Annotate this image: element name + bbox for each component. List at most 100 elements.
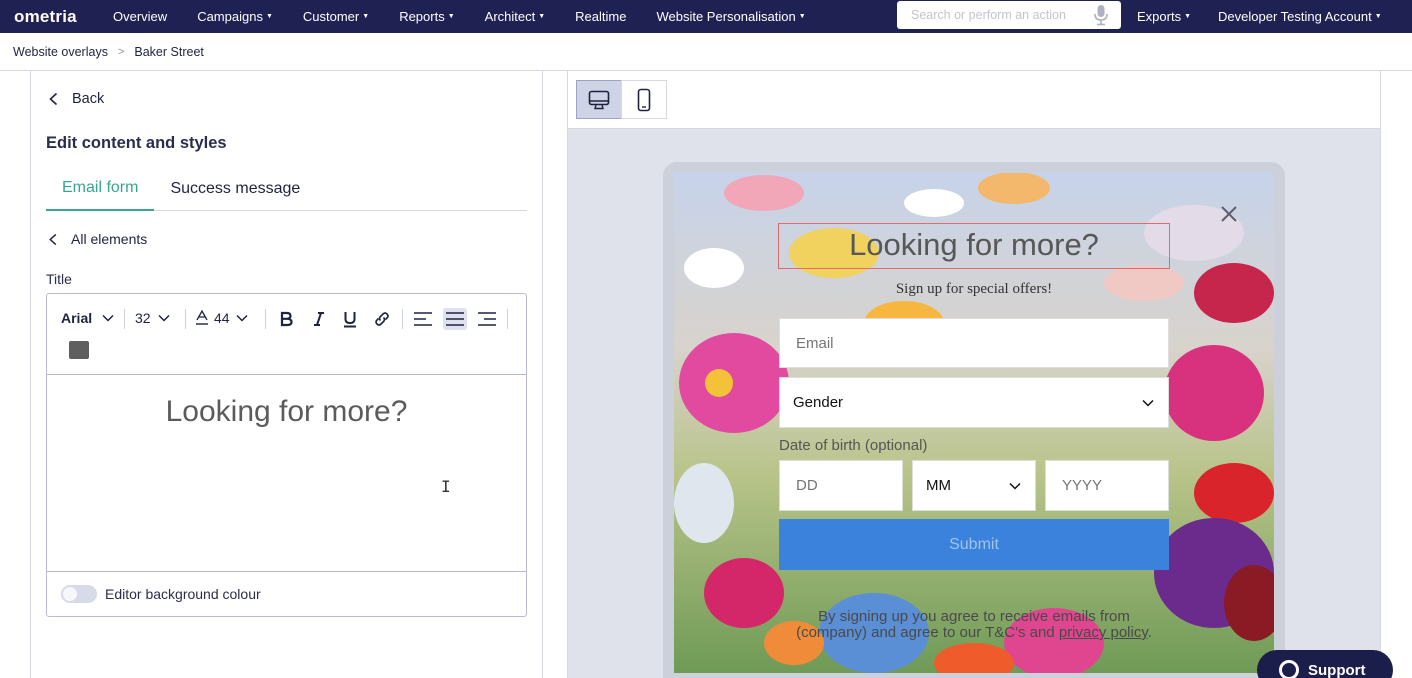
nav-item-label: Reports <box>399 9 445 24</box>
desktop-icon <box>588 90 610 109</box>
nav-item-label: Realtime <box>575 9 627 24</box>
exports-label: Exports <box>1137 9 1182 24</box>
tab-bar: Email form Success message <box>46 167 527 211</box>
caret-down-icon: ▼ <box>798 13 806 20</box>
search-box[interactable] <box>897 1 1121 29</box>
underline-button[interactable] <box>338 308 362 330</box>
editor-background-toggle[interactable] <box>61 585 97 603</box>
preview-canvas: Looking for more? Sign up for special of… <box>568 129 1380 678</box>
italic-button[interactable] <box>307 308 331 330</box>
caret-down-icon: ▼ <box>1374 13 1382 20</box>
legal-line-1: By signing up you agree to receive email… <box>818 608 1130 625</box>
toolbar-divider <box>124 309 125 329</box>
back-link[interactable]: Back <box>47 91 104 107</box>
gender-value: Gender <box>793 394 844 411</box>
legal-text: By signing up you agree to receive email… <box>778 609 1170 641</box>
overlay-subtitle[interactable]: Sign up for special offers! <box>778 281 1170 298</box>
toolbar-divider <box>185 309 186 329</box>
align-center-button[interactable] <box>443 308 467 330</box>
account-menu[interactable]: Developer Testing Account ▼ <box>1206 0 1397 33</box>
panel-heading: Edit content and styles <box>46 134 227 152</box>
nav-item-website-personalisation[interactable]: Website Personalisation ▼ <box>641 0 820 33</box>
align-left-icon <box>414 312 432 326</box>
nav-item-label: Campaigns <box>197 9 263 24</box>
chevron-down-icon <box>1142 399 1154 407</box>
email-placeholder: Email <box>796 334 834 352</box>
editor-content-area[interactable]: Looking for more? I <box>47 375 526 572</box>
toolbar-divider <box>402 309 403 329</box>
dob-year-field[interactable]: YYYY <box>1045 460 1169 511</box>
caret-down-icon: ▼ <box>362 13 370 20</box>
line-height-icon <box>196 310 208 325</box>
align-right-button[interactable] <box>475 308 499 330</box>
toolbar-divider <box>265 309 266 329</box>
all-elements-link[interactable]: All elements <box>47 231 147 247</box>
chevron-down-icon <box>236 314 248 322</box>
align-center-icon <box>446 312 464 326</box>
overlay-frame: Looking for more? Sign up for special of… <box>663 162 1285 678</box>
text-color-swatch[interactable] <box>69 341 89 359</box>
microphone-icon[interactable] <box>1091 3 1111 27</box>
font-size-select[interactable]: 32 <box>135 310 170 326</box>
nav-item-overview[interactable]: Overview <box>98 0 182 33</box>
day-placeholder: DD <box>796 477 818 494</box>
back-label: Back <box>72 91 105 107</box>
nav-item-label: Overview <box>113 9 168 24</box>
chevron-down-icon <box>1009 482 1021 490</box>
align-right-icon <box>478 312 496 326</box>
caret-down-icon: ▼ <box>265 13 273 20</box>
toolbar-divider <box>507 309 508 329</box>
chevron-down-icon <box>102 314 114 322</box>
legal-line-2: (company) and agree to our T&C's and <box>796 624 1059 641</box>
chevron-down-icon <box>158 314 170 322</box>
year-placeholder: YYYY <box>1062 477 1103 494</box>
all-elements-label: All elements <box>71 231 148 247</box>
font-family-select[interactable]: Arial <box>61 310 114 326</box>
legal-period: . <box>1147 624 1152 641</box>
nav-item-realtime[interactable]: Realtime <box>560 0 641 33</box>
device-toggle-bar <box>568 71 1380 129</box>
line-height-select[interactable]: 44 <box>195 310 248 326</box>
caret-down-icon: ▼ <box>538 13 546 20</box>
nav-item-reports[interactable]: Reports ▼ <box>384 0 469 33</box>
support-button[interactable]: Support <box>1257 650 1393 678</box>
ometria-logo[interactable]: ometria <box>14 7 98 27</box>
rich-text-editor: Arial 32 44 Looking for more? I Editor b… <box>46 293 527 617</box>
link-button[interactable] <box>370 308 394 330</box>
support-label: Support <box>1308 661 1366 678</box>
bold-button[interactable] <box>274 308 298 330</box>
gender-select[interactable]: Gender <box>779 377 1169 428</box>
dob-day-field[interactable]: DD <box>779 460 903 511</box>
bold-icon <box>280 311 293 327</box>
mobile-view-button[interactable] <box>621 80 667 119</box>
preview-panel: Looking for more? Sign up for special of… <box>567 71 1381 678</box>
desktop-view-button[interactable] <box>576 80 622 119</box>
top-nav: ometria Overview Campaigns ▼ Customer ▼ Repor… <box>0 0 1412 33</box>
breadcrumb-parent[interactable]: Website overlays <box>13 45 108 59</box>
nav-item-customer[interactable]: Customer ▼ <box>288 0 384 33</box>
email-field[interactable]: Email <box>779 318 1169 368</box>
chevron-left-icon <box>49 233 57 245</box>
tab-success-message[interactable]: Success message <box>154 167 316 211</box>
nav-item-architect[interactable]: Architect ▼ <box>470 0 561 33</box>
editor-title-text[interactable]: Looking for more? <box>47 395 526 429</box>
breadcrumb-separator: > <box>117 45 125 58</box>
exports-menu[interactable]: Exports ▼ <box>1122 0 1206 33</box>
font-size-value: 32 <box>135 310 151 326</box>
text-cursor-icon: I <box>441 477 451 496</box>
mobile-icon <box>637 88 651 111</box>
breadcrumb-current: Baker Street <box>134 44 204 59</box>
nav-item-campaigns[interactable]: Campaigns ▼ <box>182 0 288 33</box>
overlay-title[interactable]: Looking for more? <box>778 227 1170 263</box>
nav-item-label: Customer <box>302 9 360 24</box>
link-icon <box>375 312 389 326</box>
tab-email-form[interactable]: Email form <box>46 167 155 211</box>
editor-background-label: Editor background colour <box>105 586 261 602</box>
caret-down-icon: ▼ <box>447 13 455 20</box>
dob-month-select[interactable]: MM <box>912 460 1036 511</box>
privacy-policy-link[interactable]: privacy policy <box>1059 624 1148 641</box>
close-icon[interactable] <box>1218 203 1240 225</box>
submit-button[interactable]: Submit <box>779 519 1169 570</box>
search-input[interactable] <box>911 8 1091 22</box>
align-left-button[interactable] <box>411 308 435 330</box>
